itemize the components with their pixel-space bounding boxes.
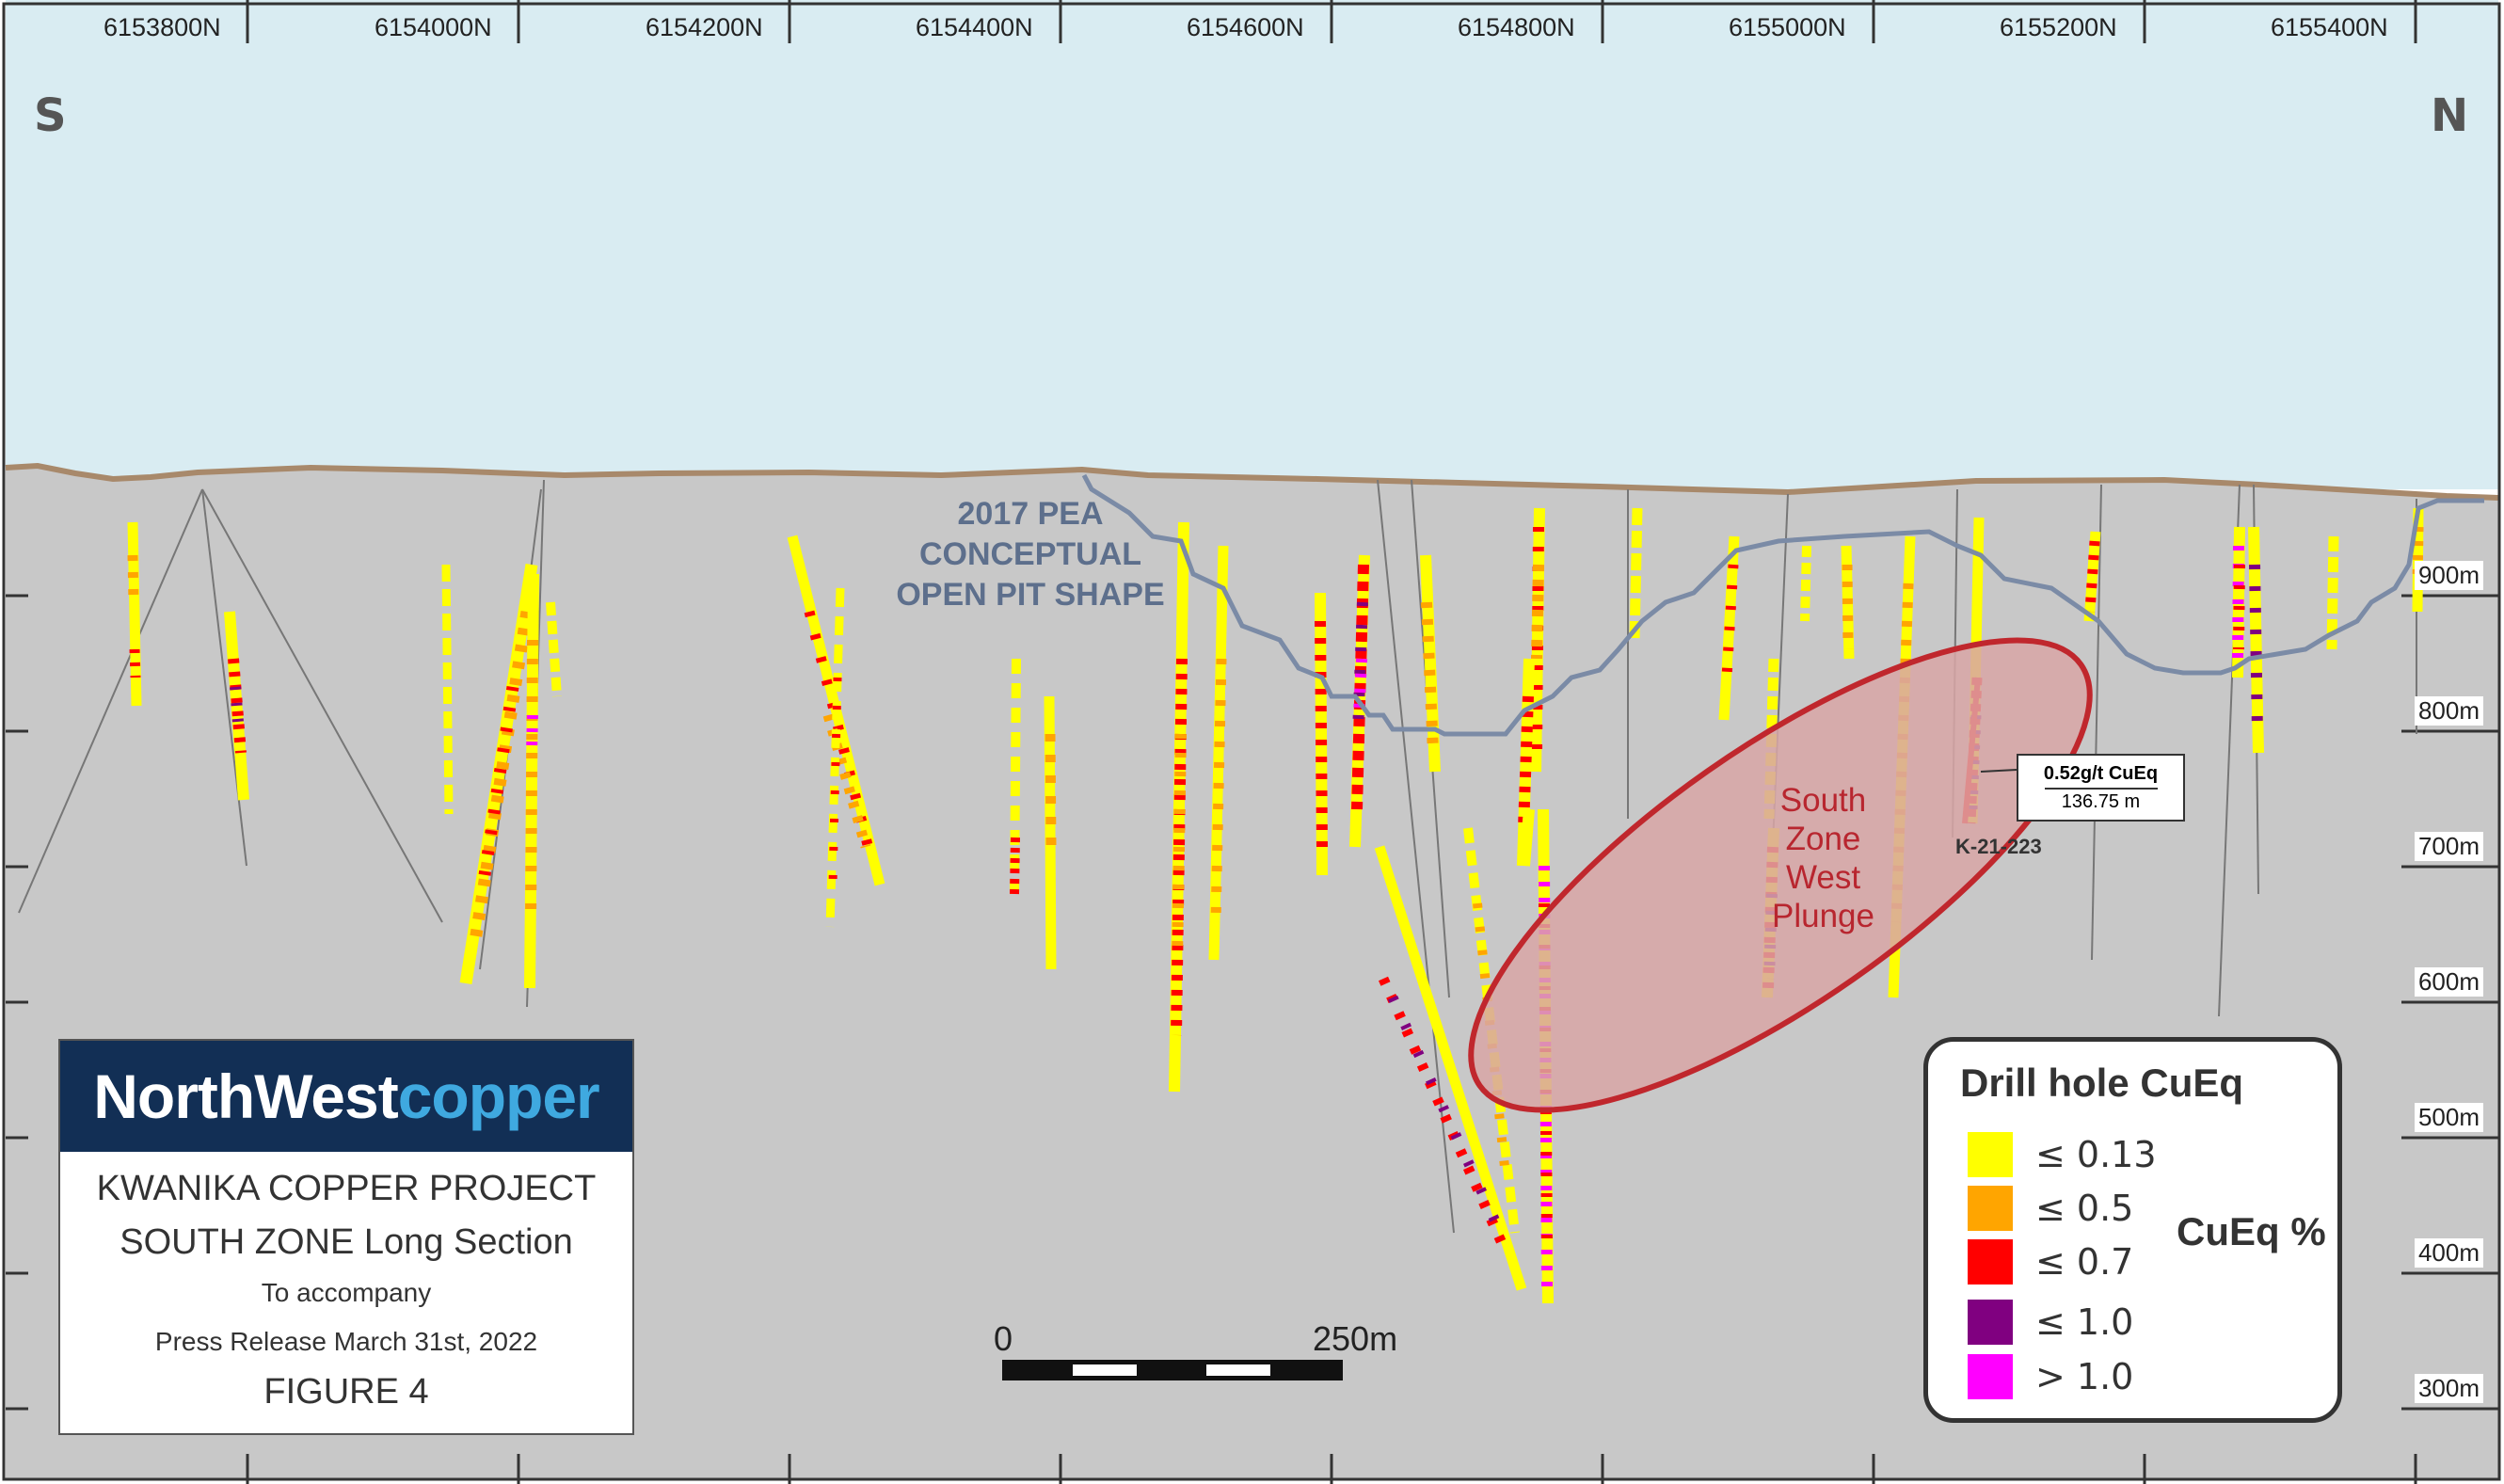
elevation-label: 600m xyxy=(2414,967,2483,997)
legend-unit: CuEq % xyxy=(2177,1209,2326,1253)
drill-hole-30 xyxy=(2083,531,2101,622)
drill-hole-32 xyxy=(2248,526,2264,754)
elevation-label: 500m xyxy=(2414,1103,2483,1132)
legend-title: Drill hole CuEq xyxy=(1960,1061,2244,1105)
elevation-label: 800m xyxy=(2414,696,2483,726)
legend-item: ≤ 0.13 xyxy=(1968,1132,2157,1177)
northing-label: 6154000N xyxy=(375,13,492,41)
pit-label-line: 2017 PEA xyxy=(957,496,1104,532)
legend-item: ≤ 1.0 xyxy=(1968,1300,2133,1345)
logo-text-accent: copper xyxy=(397,1061,600,1131)
legend: Drill hole CuEq ≤ 0.13 ≤ 0.5 ≤ 0.7 ≤ 1.0… xyxy=(1923,1037,2342,1423)
legend-label: ≤ 0.5 xyxy=(2035,1188,2134,1229)
sky-area xyxy=(6,0,2498,489)
northing-label: 6154400N xyxy=(916,13,1033,41)
title-block: NorthWest copper KWANIKA COPPER PROJECT S… xyxy=(58,1039,634,1435)
legend-item: ≤ 0.7 xyxy=(1968,1239,2133,1285)
scale-bar xyxy=(1002,1360,1343,1380)
zone-label-line: South xyxy=(1779,782,1867,819)
pit-label-line: OPEN PIT SHAPE xyxy=(896,577,1165,613)
drill-hole-03 xyxy=(441,564,454,815)
zone-label-line: Zone xyxy=(1785,821,1861,857)
long-section-map: 6153800N 6154000N 6154200N 6154400N 6154… xyxy=(0,0,2504,1484)
direction-north: N xyxy=(2431,89,2469,142)
legend-label: ≤ 1.0 xyxy=(2035,1301,2134,1343)
legend-item: ≤ 0.5 xyxy=(1968,1186,2133,1231)
elevation-label: 700m xyxy=(2414,832,2483,861)
drill-hole-id: K-21-223 xyxy=(1955,835,2042,858)
accompany-text: To accompany xyxy=(261,1278,432,1307)
drill-hole-13 xyxy=(1315,592,1328,876)
drill-hole-31 xyxy=(2232,526,2245,678)
drill-hole-01 xyxy=(127,521,142,707)
pit-shape-label: 2017 PEA CONCEPTUAL OPEN PIT SHAPE xyxy=(880,494,1181,615)
northing-label: 6155000N xyxy=(1729,13,1846,41)
legend-item: > 1.0 xyxy=(1968,1354,2133,1399)
legend-swatch xyxy=(1968,1300,2013,1345)
legend-swatch xyxy=(1968,1354,2013,1399)
zone-label-line: West xyxy=(1785,859,1861,896)
press-release-text: Press Release March 31st, 2022 xyxy=(154,1327,538,1356)
legend-swatch xyxy=(1968,1132,2013,1177)
drill-hole-10 xyxy=(1044,695,1057,970)
legend-swatch xyxy=(1968,1186,2013,1231)
figure-number: FIGURE 4 xyxy=(263,1372,429,1412)
legend-label: ≤ 0.13 xyxy=(2035,1134,2157,1175)
drill-hole-26 xyxy=(1841,545,1855,660)
plunge-zone-label: South Zone West Plunge xyxy=(1746,781,1901,935)
drill-hole-21 xyxy=(1519,808,1535,867)
legend-label: > 1.0 xyxy=(2035,1356,2134,1397)
callout-grade: 0.52g/t CuEq xyxy=(2043,763,2159,784)
company-logo: NorthWest copper xyxy=(60,1041,632,1152)
section-title: SOUTH ZONE Long Section xyxy=(120,1222,573,1262)
zone-label-line: Plunge xyxy=(1772,898,1874,934)
legend-label: ≤ 0.7 xyxy=(2035,1241,2134,1283)
northing-label: 6153800N xyxy=(104,13,221,41)
elevation-label: 300m xyxy=(2414,1374,2483,1403)
northing-label: 6155400N xyxy=(2271,13,2388,41)
northing-label: 6154600N xyxy=(1187,13,1304,41)
legend-swatch xyxy=(1968,1239,2013,1285)
elevation-label: 900m xyxy=(2414,561,2483,590)
callout-length: 136.75 m xyxy=(2061,791,2141,812)
logo-text-primary: NorthWest xyxy=(93,1061,398,1131)
northing-label: 6155200N xyxy=(2000,13,2117,41)
intercept-callout: 0.52g/t CuEq 136.75 m xyxy=(2017,754,2185,822)
scale-end-label: 250m xyxy=(1313,1319,1398,1358)
direction-south: S xyxy=(34,89,67,142)
pit-label-line: CONCEPTUAL xyxy=(918,536,1142,572)
drill-hole-05 xyxy=(524,573,539,989)
scale-start-label: 0 xyxy=(994,1319,1013,1358)
northing-label: 6154800N xyxy=(1458,13,1575,41)
northing-label: 6154200N xyxy=(646,13,763,41)
drill-hole-18 xyxy=(1530,507,1545,773)
callout-divider xyxy=(2044,788,2158,790)
elevation-label: 400m xyxy=(2414,1238,2483,1268)
project-title: KWANIKA COPPER PROJECT xyxy=(96,1169,597,1208)
